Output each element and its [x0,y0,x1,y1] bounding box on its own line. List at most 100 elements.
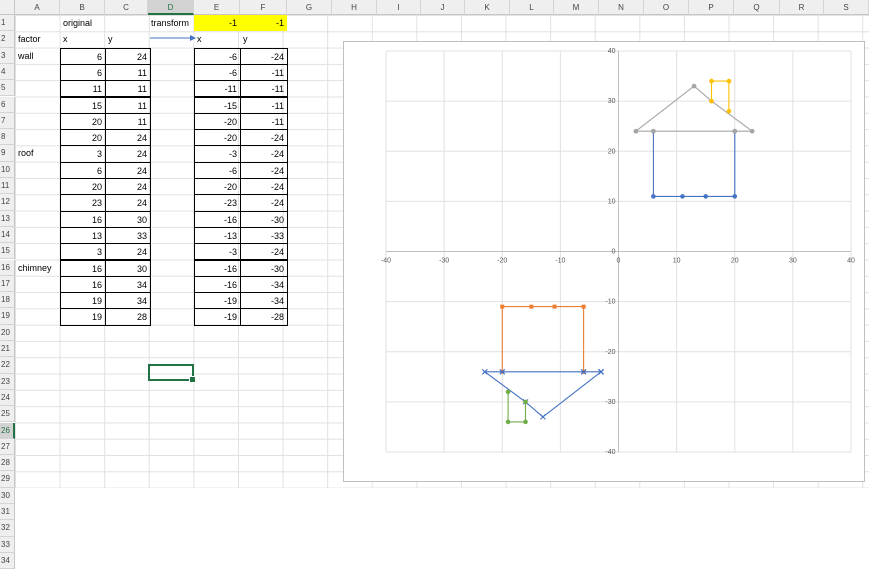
table-cell[interactable]: 19 [60,308,106,326]
table-cell[interactable]: -11 [240,80,288,98]
table-cell[interactable]: 34 [105,275,151,294]
table-cell[interactable]: 15 [60,96,106,114]
row-header-8[interactable]: 8 [0,129,15,146]
table-cell[interactable]: 6 [60,47,106,65]
column-header-a[interactable]: A [15,0,60,15]
column-header-r[interactable]: R [780,0,824,15]
table-cell[interactable]: -6 [194,47,241,65]
row-header-29[interactable]: 29 [0,471,15,488]
row-header-18[interactable]: 18 [0,292,15,309]
table-cell[interactable]: -19 [194,292,241,310]
row-header-20[interactable]: 20 [0,324,15,341]
column-header-g[interactable]: G [287,0,332,15]
row-header-7[interactable]: 7 [0,112,15,130]
row-header-15[interactable]: 15 [0,243,15,260]
column-header-n[interactable]: N [599,0,644,15]
table-cell[interactable]: 6 [60,161,106,179]
table-cell[interactable]: 6 [60,63,106,82]
cell-b2[interactable]: x [60,31,105,47]
table-cell[interactable]: 30 [105,259,151,277]
table-cell[interactable]: -11 [240,96,288,114]
cell-b1[interactable]: original [60,15,105,31]
row-header-3[interactable]: 3 [0,47,15,64]
table-cell[interactable]: -11 [240,112,288,131]
column-header-k[interactable]: K [465,0,510,15]
table-cell[interactable]: 24 [105,129,151,147]
table-cell[interactable]: -11 [240,63,288,82]
column-header-c[interactable]: C [105,0,148,15]
select-all-corner[interactable] [0,0,15,15]
row-header-14[interactable]: 14 [0,226,15,244]
column-header-h[interactable]: H [332,0,377,15]
table-cell[interactable]: -16 [194,259,241,277]
row-header-34[interactable]: 34 [0,552,15,569]
table-cell[interactable]: 24 [105,47,151,65]
table-cell[interactable]: -20 [194,112,241,131]
table-cell[interactable]: -19 [194,308,241,326]
cell-f1[interactable]: -1 [240,15,287,31]
table-cell[interactable]: 20 [60,129,106,147]
table-cell[interactable]: 19 [60,292,106,310]
table-cell[interactable]: -33 [240,226,288,245]
table-cell[interactable]: -24 [240,129,288,147]
table-cell[interactable]: -24 [240,145,288,163]
table-cell[interactable]: -6 [194,161,241,179]
column-header-s[interactable]: S [824,0,869,15]
table-cell[interactable]: -28 [240,308,288,326]
row-header-17[interactable]: 17 [0,275,15,293]
column-header-j[interactable]: J [421,0,465,15]
table-cell[interactable]: -30 [240,259,288,277]
table-cell[interactable]: -20 [194,129,241,147]
cell-d1[interactable]: transform [148,15,194,31]
table-cell[interactable]: 24 [105,145,151,163]
row-header-13[interactable]: 13 [0,210,15,227]
table-cell[interactable]: 20 [60,112,106,131]
column-header-e[interactable]: E [194,0,240,15]
table-cell[interactable]: 24 [105,161,151,179]
cell-a2[interactable]: factor [15,31,60,47]
column-header-b[interactable]: B [60,0,105,15]
table-cell[interactable]: 30 [105,210,151,228]
table-cell[interactable]: -11 [194,80,241,98]
table-cell[interactable]: 13 [60,226,106,245]
table-cell[interactable]: 11 [105,63,151,82]
table-cell[interactable]: 3 [60,243,106,261]
table-cell[interactable]: 28 [105,308,151,326]
table-cell[interactable]: -34 [240,275,288,294]
table-cell[interactable]: -3 [194,243,241,261]
column-header-o[interactable]: O [644,0,689,15]
row-header-12[interactable]: 12 [0,194,15,211]
row-header-27[interactable]: 27 [0,438,15,456]
row-header-2[interactable]: 2 [0,31,15,48]
table-cell[interactable]: -16 [194,210,241,228]
table-cell[interactable]: 34 [105,292,151,310]
table-cell[interactable]: -30 [240,210,288,228]
table-cell[interactable]: 3 [60,145,106,163]
table-cell[interactable]: 16 [60,275,106,294]
column-header-q[interactable]: Q [734,0,780,15]
table-cell[interactable]: 24 [105,243,151,261]
active-cell-d26[interactable] [148,364,196,383]
row-header-23[interactable]: 23 [0,373,15,390]
column-header-m[interactable]: M [554,0,599,15]
cell-e2[interactable]: x [194,31,240,47]
table-cell[interactable]: 11 [105,112,151,131]
table-cell[interactable]: 33 [105,226,151,245]
row-header-32[interactable]: 32 [0,520,15,537]
row-header-30[interactable]: 30 [0,487,15,504]
table-cell[interactable]: -20 [194,178,241,196]
table-cell[interactable]: -6 [194,63,241,82]
row-header-19[interactable]: 19 [0,308,15,325]
table-cell[interactable]: 24 [105,194,151,212]
row-header-33[interactable]: 33 [0,536,15,553]
row-header-5[interactable]: 5 [0,80,15,97]
table-cell[interactable]: -24 [240,178,288,196]
table-cell[interactable]: 23 [60,194,106,212]
table-cell[interactable]: -34 [240,292,288,310]
row-header-24[interactable]: 24 [0,389,15,407]
row-header-16[interactable]: 16 [0,259,15,276]
table-cell[interactable]: -23 [194,194,241,212]
cell-e1[interactable]: -1 [194,15,240,31]
cell-f2[interactable]: y [240,31,287,47]
column-header-d[interactable]: D [148,0,194,15]
